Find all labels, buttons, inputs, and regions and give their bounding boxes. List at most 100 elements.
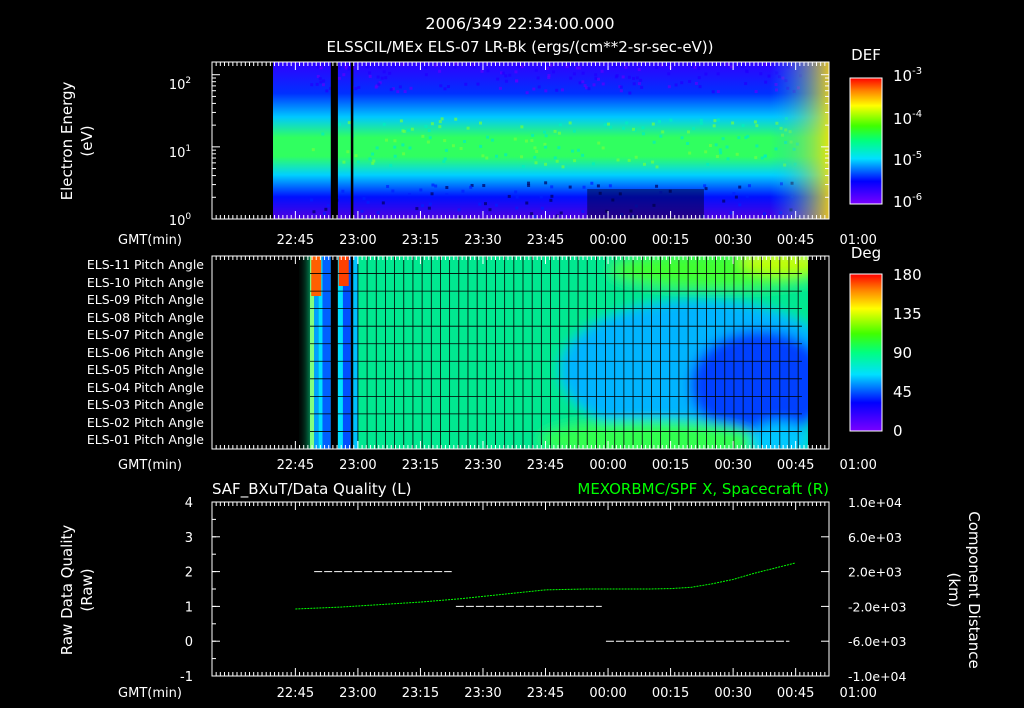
energy-ylabel-line1: Electron Energy bbox=[58, 81, 76, 200]
time-tick-label: 00:00 bbox=[589, 233, 626, 248]
quality-distance-panel: SAF_BXuT/Data Quality (L) MEXORBMC/SPF X… bbox=[58, 480, 983, 701]
quality-tick-labels: -1 0 1 2 3 4 bbox=[180, 496, 193, 685]
energy-ylabel-line2: (eV) bbox=[78, 125, 96, 156]
deg-colorbar-label: 45 bbox=[893, 383, 912, 401]
spectrogram-data-gap bbox=[350, 62, 354, 219]
quality-tick-label: 1 bbox=[185, 600, 193, 615]
pa-stripe bbox=[330, 256, 338, 449]
pa-row-label: ELS-03 Pitch Angle bbox=[87, 397, 204, 412]
time-axis-label: GMT(min) bbox=[118, 233, 182, 248]
distance-ylabel-line2: (km) bbox=[945, 572, 963, 607]
time-tick-label: 22:45 bbox=[277, 458, 314, 473]
deg-colorbar-label: 0 bbox=[893, 422, 903, 440]
def-colorbar-label: 10-6 bbox=[893, 192, 922, 211]
energy-tick-label: 102 bbox=[169, 76, 191, 93]
time-tick-label: 00:45 bbox=[777, 686, 814, 701]
time-tick-label: 22:45 bbox=[277, 686, 314, 701]
time-tick-label: 23:15 bbox=[402, 686, 439, 701]
pa-row-label: ELS-06 Pitch Angle bbox=[87, 345, 204, 360]
def-colorbar-label: 10-3 bbox=[893, 66, 922, 85]
time-tick-labels: 22:45 23:00 23:15 23:30 23:45 00:00 00:15 00:30… bbox=[277, 686, 877, 701]
energy-spectrogram-panel: Electron Energy (eV) 100 101 102 DEF 10-… bbox=[58, 46, 922, 248]
deg-colorbar-label: 135 bbox=[893, 305, 922, 323]
pitch-angle-image bbox=[212, 256, 829, 449]
pa-row-label: ELS-05 Pitch Angle bbox=[87, 362, 204, 377]
pa-row-label: ELS-08 Pitch Angle bbox=[87, 310, 204, 325]
time-axis-label: GMT(min) bbox=[118, 686, 182, 701]
time-tick-label: 00:00 bbox=[589, 686, 626, 701]
time-tick-label: 23:15 bbox=[402, 458, 439, 473]
pa-row-label: ELS-02 Pitch Angle bbox=[87, 415, 204, 430]
panel3-title-right: MEXORBMC/SPF X, Spacecraft (R) bbox=[577, 480, 829, 498]
distance-ylabel-line1: Component Distance bbox=[965, 511, 983, 668]
pa-row-label: ELS-10 Pitch Angle bbox=[87, 275, 204, 290]
time-tick-label: 01:00 bbox=[839, 458, 876, 473]
energy-tick-label: 100 bbox=[169, 212, 192, 229]
distance-tick-label: 6.0e+03 bbox=[848, 530, 902, 545]
quality-tick-label: 4 bbox=[185, 496, 193, 511]
figure-subtitle: ELSSCIL/MEx ELS-07 LR-Bk (ergs/(cm**2-sr… bbox=[326, 38, 713, 56]
pitch-angle-panel: ELS-11 Pitch Angle ELS-10 Pitch Angle EL… bbox=[87, 244, 922, 473]
time-tick-label: 23:30 bbox=[464, 686, 501, 701]
quality-tick-label: 2 bbox=[185, 566, 193, 581]
pitch-angle-row-labels: ELS-11 Pitch Angle ELS-10 Pitch Angle EL… bbox=[87, 257, 204, 447]
data-quality-series bbox=[314, 571, 790, 642]
time-tick-label: 23:45 bbox=[527, 458, 564, 473]
time-tick-label: 00:45 bbox=[777, 458, 814, 473]
def-colorbar-label: 10-4 bbox=[893, 109, 922, 128]
deg-colorbar-label: 180 bbox=[893, 266, 922, 284]
time-tick-label: 22:45 bbox=[277, 233, 314, 248]
quality-tick-label: 0 bbox=[185, 635, 193, 650]
time-axis-label: GMT(min) bbox=[118, 458, 182, 473]
time-tick-label: 00:00 bbox=[589, 458, 626, 473]
distance-tick-label: 1.0e+04 bbox=[848, 495, 902, 510]
time-tick-label: 23:15 bbox=[402, 233, 439, 248]
time-tick-label: 23:00 bbox=[339, 458, 376, 473]
quality-tick-label: 3 bbox=[185, 531, 193, 546]
panel3-ticks bbox=[211, 501, 830, 677]
spectrogram-data-gap bbox=[330, 62, 338, 219]
deg-colorbar-title: Deg bbox=[851, 244, 881, 262]
time-tick-label: 23:00 bbox=[339, 233, 376, 248]
pa-stripe bbox=[350, 256, 354, 449]
spectrogram-image bbox=[212, 62, 829, 219]
panel3-title-left: SAF_BXuT/Data Quality (L) bbox=[212, 480, 412, 499]
quality-tick-label: -1 bbox=[180, 670, 193, 685]
time-tick-labels: 22:45 23:00 23:15 23:30 23:45 00:00 00:15 00:30… bbox=[277, 458, 877, 473]
deg-colorbar bbox=[849, 273, 883, 432]
distance-tick-label: -6.0e+03 bbox=[848, 634, 906, 649]
pa-row-label: ELS-04 Pitch Angle bbox=[87, 380, 204, 395]
figure-timestamp: 2006/349 22:34:00.000 bbox=[425, 14, 614, 33]
time-tick-label: 23:30 bbox=[464, 233, 501, 248]
quality-ylabel-line1: Raw Data Quality bbox=[58, 525, 76, 656]
def-colorbar-title: DEF bbox=[851, 46, 881, 64]
time-tick-label: 00:15 bbox=[652, 458, 689, 473]
time-tick-label: 23:45 bbox=[527, 686, 564, 701]
pa-stripe bbox=[322, 256, 331, 449]
time-tick-label: 23:00 bbox=[339, 686, 376, 701]
pa-row-label: ELS-07 Pitch Angle bbox=[87, 327, 204, 342]
energy-tick-label: 101 bbox=[169, 144, 191, 161]
def-colorbar bbox=[849, 77, 883, 205]
pa-stripe bbox=[311, 256, 322, 296]
figure-canvas: 2006/349 22:34:00.000 ELSSCIL/MEx ELS-07… bbox=[58, 14, 983, 701]
deg-colorbar-label: 90 bbox=[893, 344, 912, 362]
time-tick-label: 00:30 bbox=[714, 686, 751, 701]
distance-tick-label: 2.0e+03 bbox=[848, 565, 902, 580]
time-tick-label: 00:15 bbox=[652, 686, 689, 701]
def-colorbar-label: 10-5 bbox=[893, 150, 922, 169]
quality-ylabel-line2: (Raw) bbox=[78, 568, 96, 611]
pa-row-label: ELS-11 Pitch Angle bbox=[87, 257, 204, 272]
time-tick-label: 23:45 bbox=[527, 233, 564, 248]
time-tick-label: 23:30 bbox=[464, 458, 501, 473]
pa-stripe bbox=[353, 256, 358, 449]
panel3-frame bbox=[211, 501, 830, 677]
time-tick-label: 00:30 bbox=[714, 233, 751, 248]
time-tick-label: 00:15 bbox=[652, 233, 689, 248]
time-tick-label: 01:00 bbox=[839, 686, 876, 701]
time-tick-label: 00:30 bbox=[714, 458, 751, 473]
distance-tick-label: -1.0e+04 bbox=[848, 669, 907, 684]
time-tick-labels: 22:45 23:00 23:15 23:30 23:45 00:00 00:15 00:30… bbox=[277, 233, 877, 248]
distance-series-line bbox=[295, 562, 796, 610]
pa-stripe bbox=[338, 256, 349, 286]
